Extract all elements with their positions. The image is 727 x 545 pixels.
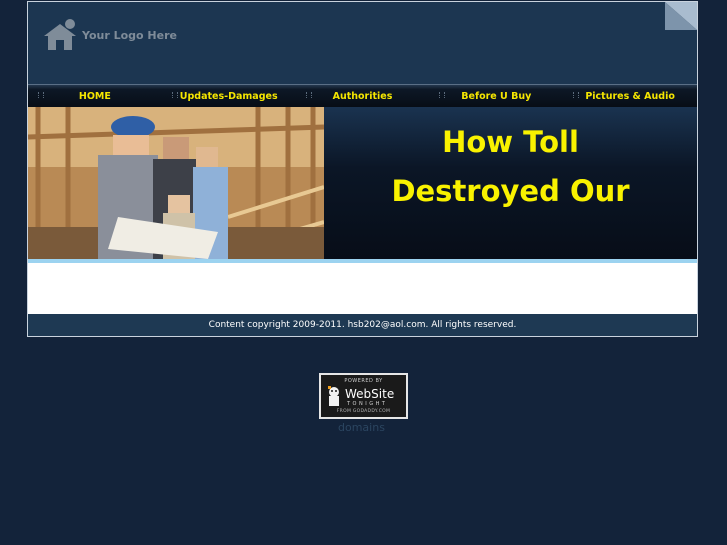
- footer-copyright: Content copyright 2009-2011. hsb202@aol.…: [208, 320, 517, 330]
- hero-banner: How Toll Destroyed Our: [28, 107, 697, 259]
- nav-item-label: Before U Buy: [461, 90, 532, 102]
- badge-from: FROM GODADDY.COM: [336, 409, 391, 414]
- nav-item-label: HOME: [78, 90, 111, 102]
- badge-powered-by: POWERED BY: [344, 378, 383, 384]
- site-logo[interactable]: Your Logo Here: [42, 18, 177, 52]
- site-footer: Content copyright 2009-2011. hsb202@aol.…: [28, 314, 697, 336]
- content-area: [28, 263, 697, 314]
- logo-text: Your Logo Here: [82, 28, 177, 42]
- page-corner-fold-icon: [665, 2, 697, 30]
- website-tonight-badge[interactable]: POWERED BY WebSite TONIGHT FROM GODADDY.…: [319, 373, 408, 419]
- nav-item-authorities[interactable]: Authorities: [296, 85, 430, 107]
- nav-item-label: Authorities: [332, 90, 393, 102]
- hero-headline-line2: Destroyed Our: [391, 174, 630, 208]
- nav-grip-icon: [171, 92, 178, 98]
- nav-item-home[interactable]: HOME: [28, 85, 162, 107]
- mascot-icon: [328, 386, 339, 406]
- house-person-icon: [44, 19, 76, 50]
- nav-item-label: Pictures & Audio: [585, 90, 675, 102]
- nav-grip-icon: [439, 92, 446, 98]
- domains-link[interactable]: domains: [338, 421, 385, 434]
- nav-item-label: Updates-Damages: [179, 90, 278, 102]
- badge-inner: POWERED BY WebSite TONIGHT FROM GODADDY.…: [321, 375, 406, 417]
- nav-grip-icon: [573, 92, 580, 98]
- nav-item-before-u-buy[interactable]: Before U Buy: [429, 85, 563, 107]
- hero-photo: [28, 107, 324, 259]
- nav-grip-icon: [305, 92, 312, 98]
- nav-item-updates-damages[interactable]: Updates-Damages: [162, 85, 296, 107]
- site-header: Your Logo Here: [28, 2, 697, 84]
- site-frame: Your Logo Here HOME Updates-Damages Auth…: [27, 1, 698, 337]
- badge-brand: WebSite: [345, 387, 395, 401]
- badge-tonight: TONIGHT: [347, 401, 388, 407]
- construction-family-photo: [28, 107, 324, 259]
- main-nav: HOME Updates-Damages Authorities Before …: [28, 84, 697, 107]
- nav-item-pictures-audio[interactable]: Pictures & Audio: [563, 85, 697, 107]
- hero-headline-line1: How Toll: [442, 125, 579, 159]
- nav-grip-icon: [38, 92, 44, 98]
- hero-text-panel: How Toll Destroyed Our: [324, 107, 697, 259]
